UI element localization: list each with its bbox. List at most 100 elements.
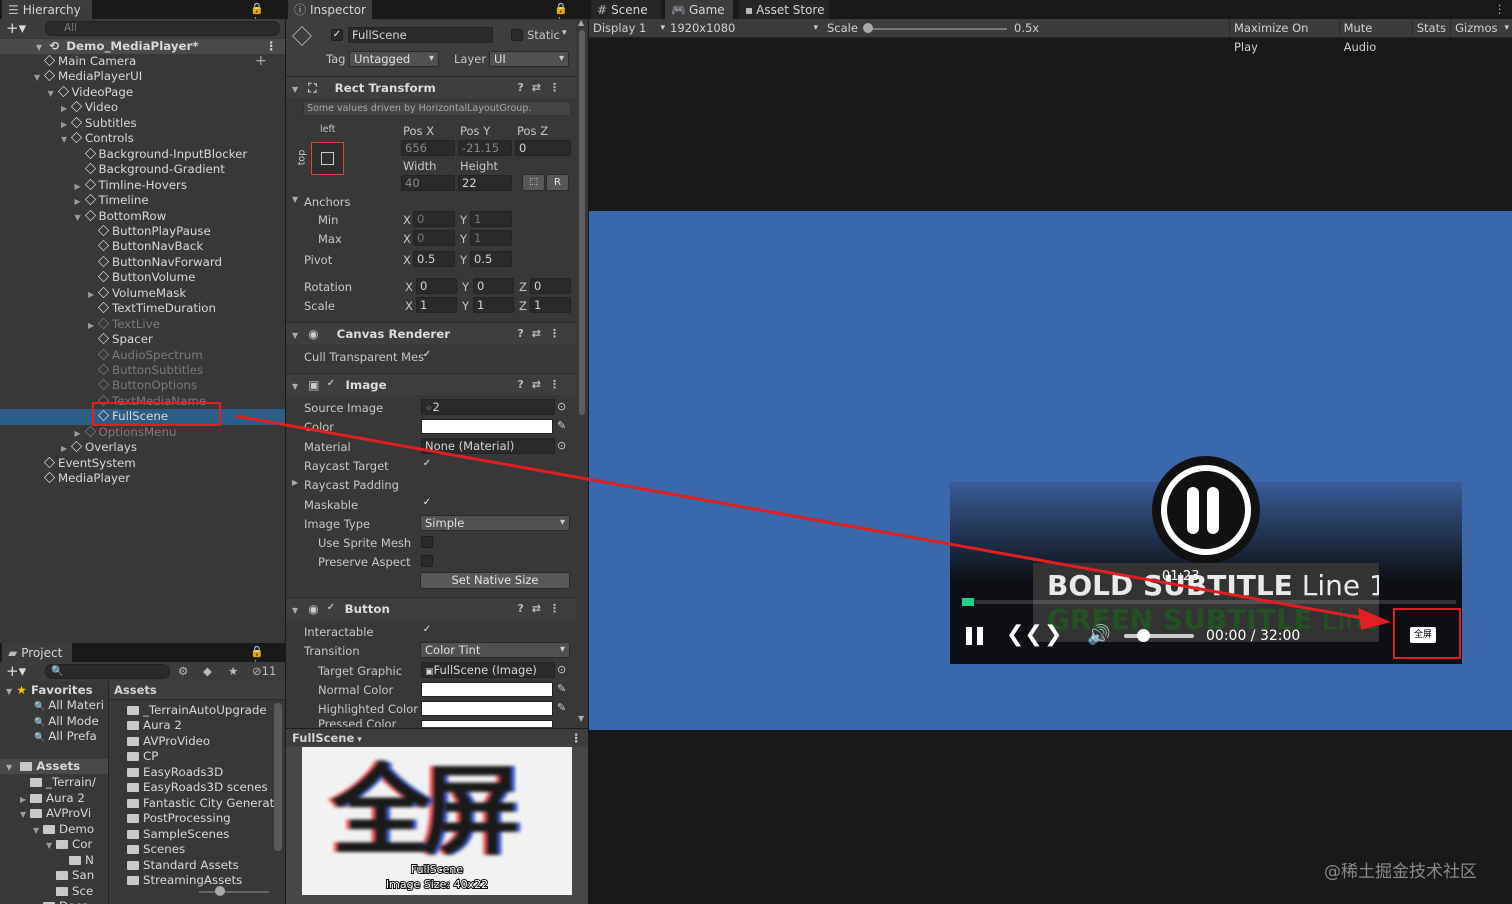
raw-edit-button[interactable]: R [546,174,569,191]
padding-arrow-icon[interactable]: ▶ [292,478,298,487]
scene-root-row[interactable]: ▼ ⟲ Demo_MediaPlayer* ⋮ [0,39,285,55]
scroll-up-icon[interactable]: ▲ [578,18,584,27]
asset-folder[interactable]: AVProVideo [127,734,277,749]
scale-x-field[interactable]: 1 [416,297,457,313]
game-menu-icon[interactable]: ⋮ [1494,2,1506,16]
asset-tree-item[interactable]: ▼ Demo [0,822,108,837]
hierarchy-item[interactable]: ▼ Controls [0,131,285,146]
asset-folder[interactable]: EasyRoads3D [127,765,277,780]
image-component-header[interactable]: ▼ ▣ ✓ Image ?⇄⋮ [286,373,576,395]
create-icon[interactable]: +▾ [6,662,26,680]
active-checkbox[interactable]: ✓ [331,29,343,41]
highlighted-color-swatch[interactable] [421,701,553,716]
hierarchy-item[interactable]: ButtonNavBack [0,239,285,254]
hierarchy-item[interactable]: ButtonPlayPause [0,224,285,239]
hierarchy-item[interactable]: Background-InputBlocker [0,147,285,162]
hierarchy-item[interactable]: Background-Gradient [0,162,285,177]
asset-folder[interactable]: Fantastic City Generato [127,796,281,811]
rect-transform-header[interactable]: ▼ ⛶ Rect Transform ?⇄⋮ [286,76,576,98]
hierarchy-item[interactable]: MediaPlayer [0,471,285,486]
favorite-item[interactable]: 🔍 All Mode [0,714,108,729]
sprite-mesh-checkbox[interactable] [421,536,433,548]
expand-arrow-icon[interactable]: ▼ [34,70,44,85]
gizmos-toggle[interactable]: Gizmos [1450,19,1501,38]
posy-field[interactable]: -21.15 [458,140,512,156]
scale-z-field[interactable]: 1 [530,297,571,313]
resolution-dropdown[interactable]: 1920x1080 ▾ [670,20,818,37]
tab-project[interactable]: ▰ Project [2,643,72,663]
object-name-field[interactable]: FullScene [348,27,493,43]
hierarchy-item[interactable]: ▶ Timline-Hovers [0,178,285,193]
collapse-arrow-icon[interactable]: ▶ [61,441,71,456]
hierarchy-item[interactable]: ▼ BottomRow [0,209,285,224]
hierarchy-item[interactable]: Main Camera [0,54,285,69]
project-search-input[interactable]: 🔍 [45,664,170,679]
expand-arrow-icon[interactable]: ▼ [61,132,71,147]
hierarchy-item[interactable]: ▼ VideoPage [0,85,285,100]
component-icons[interactable]: ?⇄⋮ [517,323,568,345]
asset-tree-item[interactable]: Docs [0,899,108,904]
tag-dropdown[interactable]: Untagged [349,51,439,67]
add-child-icon[interactable]: + [255,53,267,69]
expand-arrow-icon[interactable]: ▼ [48,86,58,101]
anchor-presets-button[interactable] [311,142,344,175]
posz-field[interactable]: 0 [515,140,571,156]
hierarchy-item[interactable]: ButtonSubtitles [0,363,285,378]
inspector-scrollbar[interactable] [579,30,585,415]
display-dropdown[interactable]: Display 1 ▾ [593,20,665,37]
assets-root-row[interactable]: ▼ Assets [0,759,108,775]
blueprint-mode-button[interactable]: ⬚ [522,174,545,191]
tree-arrow-icon[interactable]: ▼ [46,838,56,853]
asset-folder[interactable]: Standard Assets [127,858,277,873]
static-checkbox[interactable] [511,29,523,41]
gizmos-dropdown-icon[interactable]: ▾ [1501,19,1512,38]
mute-audio-toggle[interactable]: Mute Audio [1338,19,1412,54]
hierarchy-item[interactable]: TextTimeDuration [0,301,285,316]
asset-folder[interactable]: PostProcessing [127,811,277,826]
object-picker-icon[interactable]: ⊙ [557,663,566,676]
hierarchy-item[interactable]: ▶ Timeline [0,193,285,208]
tab-hierarchy[interactable]: ☰ Hierarchy [2,0,92,20]
pressed-color-swatch[interactable] [421,720,553,727]
anchors-arrow-icon[interactable]: ▼ [292,195,298,204]
zoom-slider[interactable] [199,891,269,893]
nav-back-button[interactable]: ❮❮ [1006,622,1043,647]
volume-button[interactable]: 🔊 [1087,623,1111,646]
asset-tree-item[interactable]: N [0,853,108,868]
volume-slider-handle[interactable] [1137,629,1150,642]
object-picker-icon[interactable]: ⊙ [557,439,566,452]
zoom-slider-handle[interactable] [215,886,225,896]
scroll-down-icon[interactable]: ▼ [578,714,584,723]
hierarchy-item[interactable]: AudioSpectrum [0,348,285,363]
height-field[interactable]: 22 [458,175,512,191]
maskable-checkbox[interactable]: ✓ [421,498,433,510]
width-field[interactable]: 40 [401,175,455,191]
asset-tree-item[interactable]: _Terrain/ [0,775,108,790]
asset-folder[interactable]: CP [127,749,277,764]
hierarchy-item[interactable]: ▶ VolumeMask [0,286,285,301]
layer-dropdown[interactable]: UI [489,51,569,67]
anchors-label[interactable]: Anchors [304,195,351,209]
button-enabled-checkbox[interactable]: ✓ [325,603,337,615]
rot-z-field[interactable]: 0 [530,278,571,294]
eyedropper-icon[interactable]: ✎ [557,419,566,432]
collapse-arrow-icon[interactable]: ▶ [88,287,98,302]
preserve-aspect-checkbox[interactable] [421,555,433,567]
nav-forward-button[interactable]: ❯ [1044,622,1062,647]
scale-y-field[interactable]: 1 [473,297,514,313]
tab-scene[interactable]: # Scene [591,0,661,20]
hierarchy-item[interactable]: ▼ MediaPlayerUI [0,69,285,84]
image-type-dropdown[interactable]: Simple [420,515,570,531]
component-icons[interactable]: ?⇄⋮ [517,77,568,99]
asset-folder[interactable]: Aura 2 [127,718,277,733]
maximize-on-play-toggle[interactable]: Maximize On Play [1229,19,1339,54]
button-component-header[interactable]: ▼ ◉ ✓ Button ?⇄⋮ [286,597,576,619]
favorite-star-icon[interactable]: ★ [228,664,238,678]
filter-label-icon[interactable]: ◆ [203,664,212,678]
cull-checkbox[interactable]: ✓ [421,350,433,362]
asset-folder[interactable]: SampleScenes [127,827,277,842]
hierarchy-item[interactable]: ▶ OptionsMenu [0,425,285,440]
hierarchy-item[interactable]: EventSystem [0,456,285,471]
scale-slider-track[interactable] [867,28,1007,30]
hierarchy-item[interactable]: ButtonNavForward [0,255,285,270]
